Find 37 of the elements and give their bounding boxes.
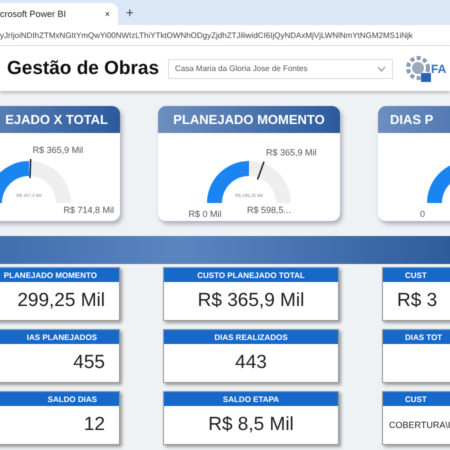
- kpi-value: 443: [235, 352, 267, 374]
- kpi-title: CUST: [405, 394, 427, 404]
- kpi-value: 299,25 Mil: [17, 290, 105, 312]
- max-label: R$ 598,5...: [246, 205, 291, 215]
- min-label: R$ 0 Mil: [188, 209, 222, 219]
- kpi-title: SALDO DIAS: [48, 394, 97, 404]
- gauge-title: EJADO X TOTAL: [5, 112, 108, 127]
- kpi-value: R$ 365,9 Mil: [198, 290, 304, 312]
- kpi-title: DIAS REALIZADOS: [214, 332, 288, 342]
- kpi-title: CUSTO PLANEJADO TOTAL: [197, 270, 305, 280]
- new-tab-button[interactable]: +: [126, 5, 134, 20]
- kpi-value: 455: [73, 352, 105, 374]
- gear-logo-icon: [405, 54, 431, 82]
- kpi-title: IAS PLANEJADOS: [26, 332, 97, 342]
- target-label: R$ 365,9 Mil: [32, 145, 84, 156]
- kpi-value: R$ 3: [397, 290, 438, 312]
- gauge-title: PLANEJADO MOMENTO: [173, 112, 325, 127]
- kpi-value: COBERTURA\I: [389, 420, 450, 430]
- kpi-title: DIAS TOT: [405, 332, 442, 342]
- close-tab-button[interactable]: ×: [104, 9, 110, 19]
- kpi-title: SALDO ETAPA: [222, 394, 280, 404]
- project-dropdown[interactable]: Casa Maria da Gloria Jose de Fontes: [168, 58, 393, 78]
- browser-tab[interactable]: crosoft Power BI ×: [0, 3, 118, 25]
- gauge-title: DIAS P: [390, 112, 434, 127]
- max-label: R$ 714,8 Mil: [63, 205, 114, 215]
- kpi-title: PLANEJADO MOMENTO: [4, 270, 97, 280]
- tab-title: crosoft Power BI: [0, 9, 66, 19]
- min-label: 0: [420, 209, 425, 219]
- target-label: R$ 365,9 Mil: [266, 148, 317, 158]
- chevron-down-icon: [377, 66, 386, 72]
- kpi-value: R$ 8,5 Mil: [208, 414, 294, 436]
- target-marker: [256, 161, 265, 180]
- target-marker: [29, 159, 32, 178]
- logo-text: FA: [431, 62, 446, 76]
- kpi-title: CUST: [405, 270, 427, 280]
- kpi-value: 12: [84, 414, 105, 436]
- page-title: Gestão de Obras: [7, 58, 160, 80]
